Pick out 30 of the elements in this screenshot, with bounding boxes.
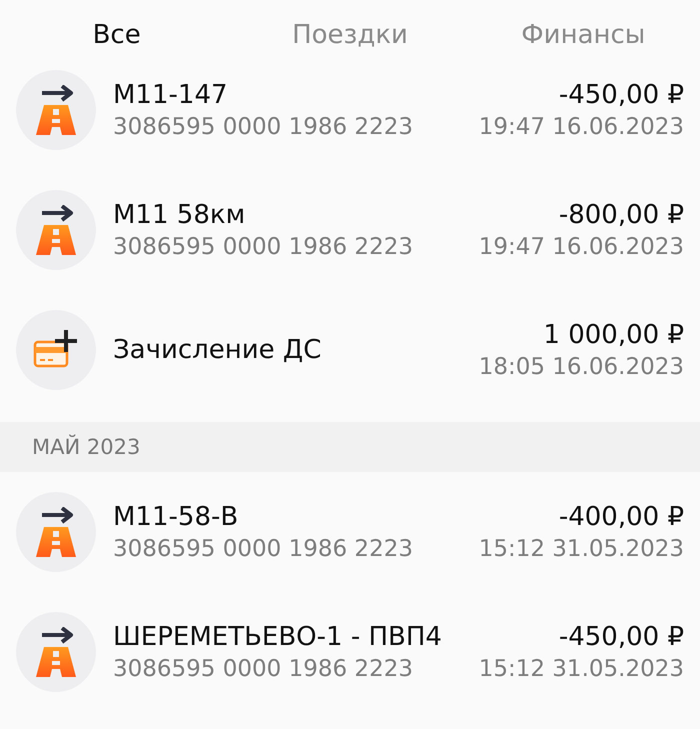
card-number: 3086595 0000 1986 2223 [113, 656, 414, 682]
transaction-row[interactable]: М11-58-В 3086595 0000 1986 2223 -400,00 ₽ 15:12 31.05.2023 [0, 472, 700, 592]
transaction-time: 19:47 16.06.2023 [478, 234, 684, 260]
transaction-time: 15:12 31.05.2023 [478, 536, 684, 562]
card-number: 3086595 0000 1986 2223 [113, 234, 414, 260]
road-arrow-icon [34, 85, 78, 135]
transaction-time: 15:12 31.05.2023 [478, 656, 684, 682]
transaction-row[interactable]: М11-147 3086595 0000 1986 2223 -450,00 ₽ 19:47 16.06.2023 [0, 70, 700, 170]
transaction-title: М11-147 [113, 80, 229, 110]
card-number: 3086595 0000 1986 2223 [113, 114, 414, 140]
transaction-time: 19:47 16.06.2023 [478, 114, 684, 140]
amount: -450,00 ₽ [558, 80, 684, 110]
card-number: 3086595 0000 1986 2223 [113, 536, 414, 562]
month-label: МАЙ 2023 [32, 435, 140, 459]
transaction-title: Зачисление ДС [113, 335, 322, 365]
tab[interactable]: Все [0, 0, 234, 70]
transaction-title: М11 58км [113, 200, 246, 230]
transaction-time: 18:05 16.06.2023 [478, 354, 684, 380]
transaction-row[interactable]: Зачисление ДС 1 000,00 ₽ 18:05 16.06.2023 [0, 290, 700, 410]
amount: -400,00 ₽ [558, 502, 684, 532]
transaction-title: М11-58-В [113, 502, 240, 532]
transaction-title: ШЕРЕМЕТЬЕВО-1 - ПВП4 [113, 622, 443, 652]
road-arrow-icon [34, 627, 78, 677]
road-arrow-icon [34, 507, 78, 557]
amount: -450,00 ₽ [558, 622, 684, 652]
transaction-row[interactable]: М11 58км 3086595 0000 1986 2223 -800,00 ₽ 19:47 16.06.2023 [0, 170, 700, 290]
transaction-row[interactable]: ШЕРЕМЕТЬЕВО-1 - ПВП4 3086595 0000 1986 2223 -450,00 ₽ 15:12 31.05.2023 [0, 592, 700, 712]
amount: 1 000,00 ₽ [543, 320, 684, 350]
road-arrow-icon [34, 205, 78, 255]
amount: -800,00 ₽ [558, 200, 684, 230]
